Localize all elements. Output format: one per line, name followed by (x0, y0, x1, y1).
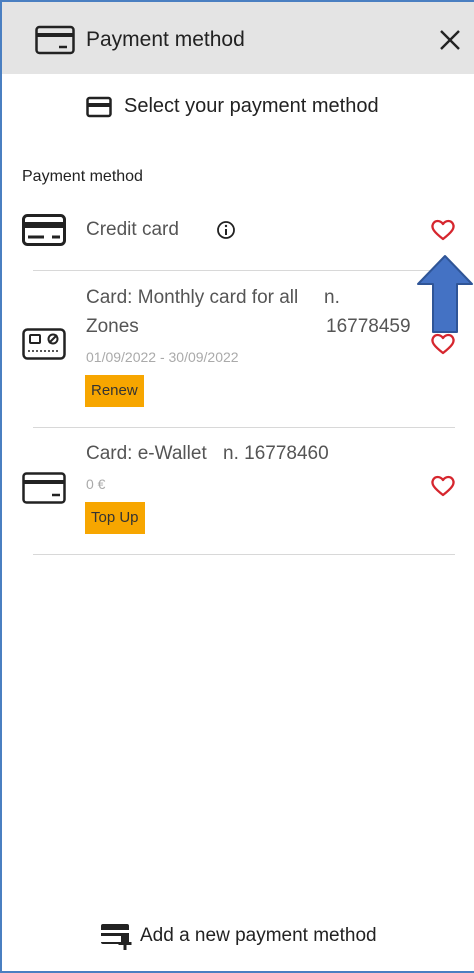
wallet-card-icon (22, 472, 66, 504)
transit-card-icon (22, 328, 66, 360)
add-card-icon (101, 924, 132, 950)
renew-button[interactable]: Renew (85, 375, 144, 407)
heart-outline-icon[interactable] (430, 474, 456, 498)
heart-outline-icon[interactable] (430, 218, 456, 242)
top-up-button[interactable]: Top Up (85, 502, 145, 534)
card-name-line2: Zones (86, 316, 139, 337)
card-row-ewallet[interactable]: Card: e-Wallet n. 16778460 0 € Top Up (22, 438, 472, 548)
add-payment-method-button[interactable]: Add a new payment method (100, 921, 377, 951)
select-payment-prompt: Select your payment method (86, 95, 379, 118)
card-balance: 0 € (86, 476, 106, 492)
divider (33, 554, 455, 555)
card-number-line1: n. (324, 287, 340, 308)
credit-card-icon (22, 214, 66, 246)
credit-card-icon (35, 25, 75, 55)
card-row-monthly[interactable]: Card: Monthly card for all Zones n. 1677… (22, 282, 472, 412)
divider (33, 427, 455, 428)
header-bar: Payment method (2, 2, 474, 74)
heart-outline-icon[interactable] (430, 332, 456, 356)
add-payment-method-label: Add a new payment method (140, 925, 377, 946)
card-validity: 01/09/2022 - 30/09/2022 (86, 349, 239, 365)
select-prompt-text: Select your payment method (124, 95, 379, 117)
page-title: Payment method (86, 28, 245, 51)
card-icon (86, 96, 112, 117)
card-number-line2: 16778459 (326, 316, 411, 337)
up-arrow-annotation (417, 255, 473, 333)
divider (33, 270, 455, 271)
section-label: Payment method (22, 168, 143, 185)
credit-card-label: Credit card (86, 219, 179, 240)
close-icon[interactable] (438, 28, 462, 52)
credit-card-row[interactable]: Credit card (22, 210, 472, 254)
card-name-line1: Card: Monthly card for all (86, 287, 299, 308)
card-name-line1: Card: e-Wallet (86, 443, 207, 464)
card-number-line1: n. 16778460 (223, 443, 329, 464)
info-icon[interactable] (216, 220, 236, 240)
